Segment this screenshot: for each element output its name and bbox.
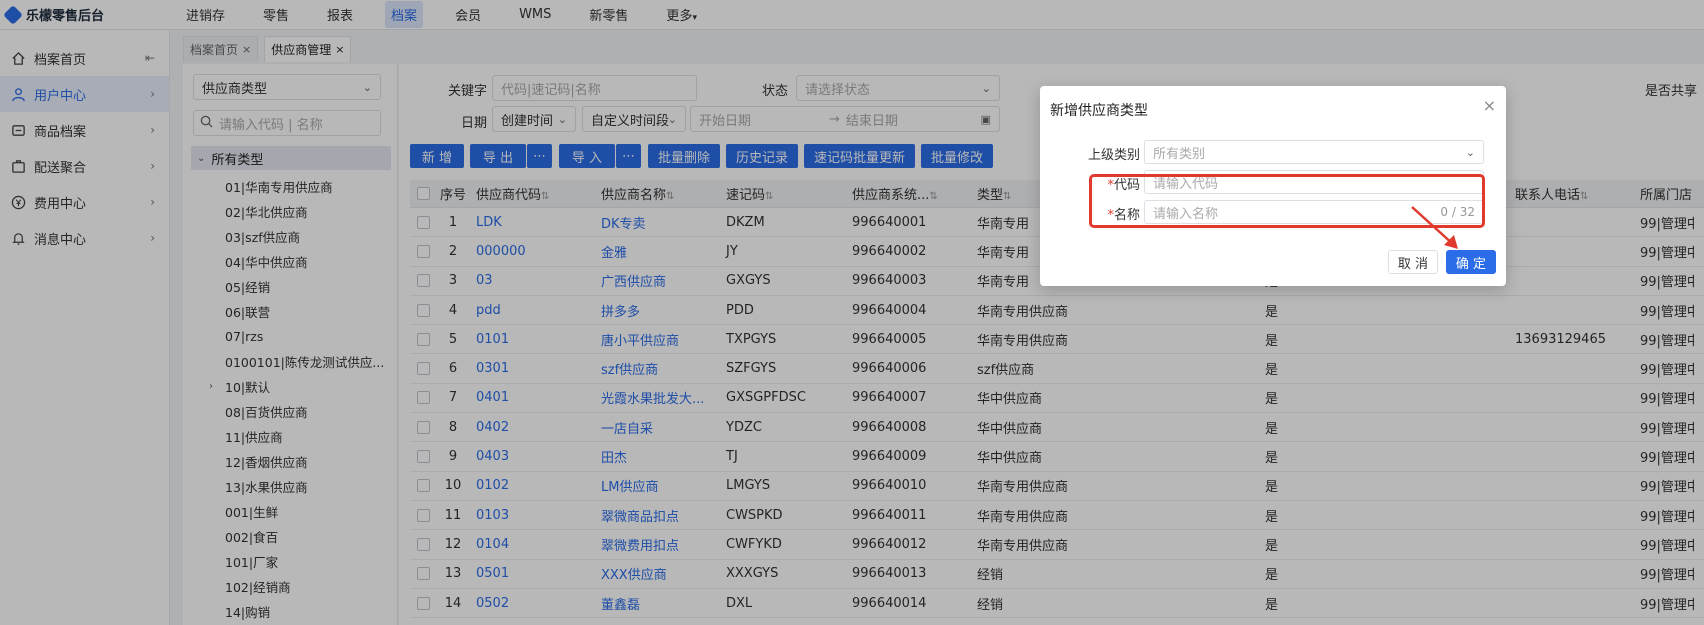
close-icon[interactable]: × <box>1483 96 1496 115</box>
dialog-title: 新增供应商类型 <box>1050 103 1148 119</box>
parent-category-label: 上级类别 <box>1087 148 1140 163</box>
parent-category-value: 所有类别 <box>1153 146 1206 162</box>
chevron-down-icon: ⌄ <box>1465 145 1475 159</box>
parent-category-select[interactable]: 所有类别 ⌄ <box>1144 140 1484 164</box>
annotation-arrow-icon <box>1411 206 1458 249</box>
